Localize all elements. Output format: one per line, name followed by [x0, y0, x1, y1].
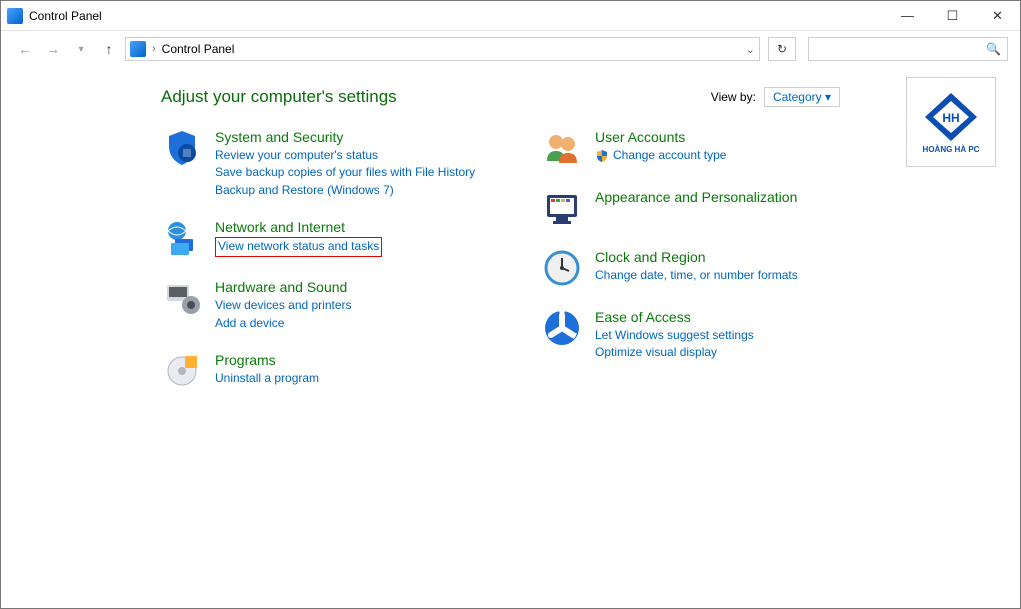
category-link[interactable]: Add a device — [215, 315, 352, 332]
category-icon — [161, 350, 203, 392]
forward-button[interactable]: → — [41, 37, 65, 61]
category-title[interactable]: System and Security — [215, 129, 475, 145]
category-link[interactable]: Save backup copies of your files with Fi… — [215, 164, 475, 181]
category-link[interactable]: Backup and Restore (Windows 7) — [215, 182, 475, 199]
category-icon — [161, 277, 203, 319]
category-link[interactable]: Optimize visual display — [595, 344, 754, 361]
refresh-button[interactable]: ↻ — [768, 37, 796, 61]
up-button[interactable]: ↑ — [97, 37, 121, 61]
category-link[interactable]: Review your computer's status — [215, 147, 475, 164]
category-icon — [541, 127, 583, 169]
window-title: Control Panel — [29, 9, 102, 23]
view-by-dropdown[interactable]: Category ▾ — [764, 87, 840, 107]
category-link[interactable]: Uninstall a program — [215, 370, 319, 387]
category-link[interactable]: Change account type — [595, 147, 726, 164]
category-item: Network and Internet View network status … — [161, 217, 501, 259]
category-title[interactable]: Ease of Access — [595, 309, 754, 325]
category-item: Hardware and Sound View devices and print… — [161, 277, 501, 332]
minimize-button[interactable]: — — [885, 1, 930, 31]
category-item: Programs Uninstall a program — [161, 350, 501, 392]
category-icon — [541, 307, 583, 349]
category-icon — [541, 187, 583, 229]
category-title[interactable]: Appearance and Personalization — [595, 189, 797, 205]
category-item: Appearance and Personalization — [541, 187, 881, 229]
category-item: System and Security Review your computer'… — [161, 127, 501, 199]
category-title[interactable]: Hardware and Sound — [215, 279, 352, 295]
category-title[interactable]: User Accounts — [595, 129, 726, 145]
address-bar-icon — [130, 41, 146, 57]
category-link[interactable]: View network status and tasks — [215, 237, 382, 256]
category-title[interactable]: Clock and Region — [595, 249, 798, 265]
title-bar: Control Panel — ☐ ✕ — [1, 1, 1020, 31]
page-heading: Adjust your computer's settings — [161, 87, 996, 107]
maximize-button[interactable]: ☐ — [930, 1, 975, 31]
svg-text:HH: HH — [942, 111, 959, 125]
category-icon — [541, 247, 583, 289]
category-column-right: User Accounts Change account type Appearan… — [541, 127, 881, 410]
view-by-label: View by: — [711, 90, 756, 104]
category-title[interactable]: Programs — [215, 352, 319, 368]
category-item: User Accounts Change account type — [541, 127, 881, 169]
category-title[interactable]: Network and Internet — [215, 219, 382, 235]
view-by-control: View by: Category ▾ — [711, 87, 840, 107]
category-icon — [161, 127, 203, 169]
recent-locations-button[interactable]: ▾ — [69, 37, 93, 61]
address-path: Control Panel — [162, 42, 235, 56]
category-link[interactable]: Let Windows suggest settings — [595, 327, 754, 344]
back-button[interactable]: ← — [13, 37, 37, 61]
category-item: Clock and Region Change date, time, or nu… — [541, 247, 881, 289]
close-button[interactable]: ✕ — [975, 1, 1020, 31]
toolbar: ← → ▾ ↑ › Control Panel ⌄ ↻ 🔍 — [1, 31, 1020, 67]
brand-logo: HH HOÀNG HÀ PC — [906, 77, 996, 167]
main-content: Adjust your computer's settings View by:… — [1, 67, 1020, 410]
address-dropdown-icon[interactable]: ⌄ — [746, 43, 755, 56]
logo-icon: HH — [921, 91, 981, 143]
category-link[interactable]: View devices and printers — [215, 297, 352, 314]
address-bar[interactable]: › Control Panel ⌄ — [125, 37, 760, 61]
chevron-right-icon: › — [152, 43, 156, 55]
control-panel-icon — [7, 8, 23, 24]
search-box[interactable]: 🔍 — [808, 37, 1008, 61]
category-link[interactable]: Change date, time, or number formats — [595, 267, 798, 284]
category-item: Ease of Access Let Windows suggest settin… — [541, 307, 881, 362]
search-icon: 🔍 — [986, 42, 1001, 56]
category-icon — [161, 217, 203, 259]
brand-text: HOÀNG HÀ PC — [923, 145, 980, 154]
category-column-left: System and Security Review your computer'… — [161, 127, 501, 410]
